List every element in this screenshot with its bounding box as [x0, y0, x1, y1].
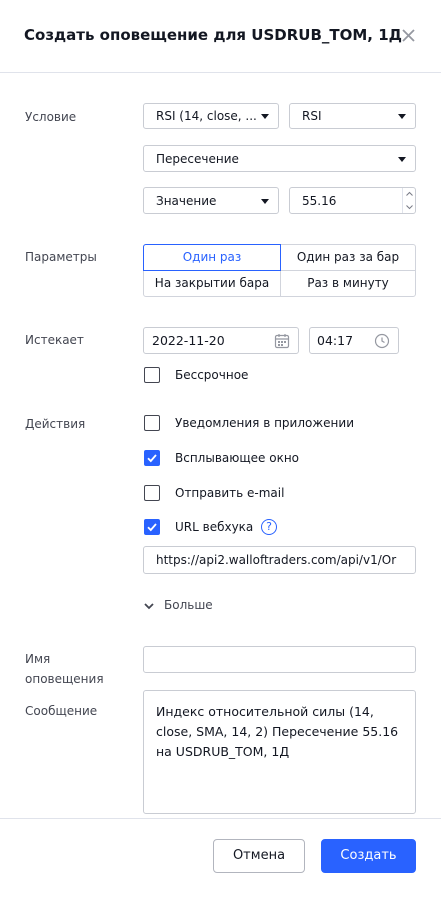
alert-name-label-1: Имя [25, 652, 51, 666]
webhook-label: URL вебхука [175, 520, 254, 534]
message-text: Индекс относительной силы (14, close, SM… [156, 704, 399, 759]
condition-label: Условие [25, 110, 77, 124]
message-label: Сообщение [25, 704, 98, 718]
option-on-bar-close[interactable]: На закрытии бара [144, 271, 280, 296]
alert-name-input[interactable] [143, 646, 416, 673]
email-label: Отправить e-mail [175, 486, 285, 500]
open-ended-label: Бессрочное [175, 368, 249, 382]
expiry-date-value: 2022-11-20 [152, 333, 225, 348]
value-stepper[interactable] [402, 188, 416, 213]
line-select-value: RSI [302, 109, 322, 123]
expiry-time-value: 04:17 [317, 333, 354, 348]
chevron-down-icon [398, 157, 406, 162]
option-once-per-bar[interactable]: Один раз за бар [281, 245, 415, 270]
expiry-time-input[interactable]: 04:17 [309, 327, 399, 354]
check-icon [147, 523, 157, 532]
app-notify-checkbox[interactable] [144, 415, 160, 431]
stepper-up-icon [406, 191, 413, 196]
help-icon[interactable]: ? [261, 519, 277, 535]
check-icon [147, 454, 157, 463]
create-button[interactable]: Создать [321, 839, 416, 873]
actions-label: Действия [25, 417, 86, 431]
cancel-button[interactable]: Отмена [213, 839, 305, 873]
close-icon [402, 29, 415, 42]
webhook-checkbox[interactable] [144, 519, 160, 535]
value-input-text: 55.16 [302, 194, 337, 208]
popup-checkbox[interactable] [144, 450, 160, 466]
chevron-down-icon [144, 603, 154, 610]
clock-icon [374, 333, 390, 349]
stepper-down-icon [406, 205, 413, 210]
dialog-title: Создать оповещение для USDRUB_TOM, 1Д [24, 26, 403, 44]
app-notify-label: Уведомления в приложении [175, 416, 354, 430]
params-label: Параметры [25, 250, 97, 264]
value-type-select-value: Значение [156, 194, 217, 208]
webhook-url-value: https://api2.walloftraders.com/api/v1/Or [156, 553, 397, 567]
chevron-down-icon [261, 199, 269, 204]
webhook-url-input[interactable]: https://api2.walloftraders.com/api/v1/Or [143, 546, 416, 574]
operator-select-value: Пересечение [156, 152, 239, 166]
expiry-date-input[interactable]: 2022-11-20 [143, 327, 299, 354]
value-type-select[interactable]: Значение [143, 187, 279, 214]
more-label: Больше [164, 598, 213, 612]
close-button[interactable] [398, 25, 420, 47]
email-checkbox[interactable] [144, 485, 160, 501]
option-once-per-minute[interactable]: Раз в минуту [281, 271, 415, 296]
indicator-select-value: RSI (14, close, ... [156, 109, 256, 123]
value-input[interactable]: 55.16 [289, 187, 416, 214]
chevron-down-icon [261, 114, 269, 119]
option-once[interactable]: Один раз [143, 244, 281, 271]
popup-label: Всплывающее окно [175, 451, 300, 465]
frequency-segmented: Один раз Один раз за бар На закрытии бар… [143, 244, 416, 297]
chevron-down-icon [398, 114, 406, 119]
line-select[interactable]: RSI [289, 103, 416, 129]
more-toggle[interactable]: Больше [142, 598, 222, 614]
expires-label: Истекает [25, 333, 84, 347]
indicator-select[interactable]: RSI (14, close, ... [143, 103, 279, 129]
calendar-icon [274, 334, 290, 349]
open-ended-checkbox[interactable] [144, 367, 160, 383]
operator-select[interactable]: Пересечение [143, 145, 416, 172]
alert-name-label-2: оповещения [25, 672, 104, 686]
message-textarea[interactable]: Индекс относительной силы (14, close, SM… [143, 690, 416, 814]
